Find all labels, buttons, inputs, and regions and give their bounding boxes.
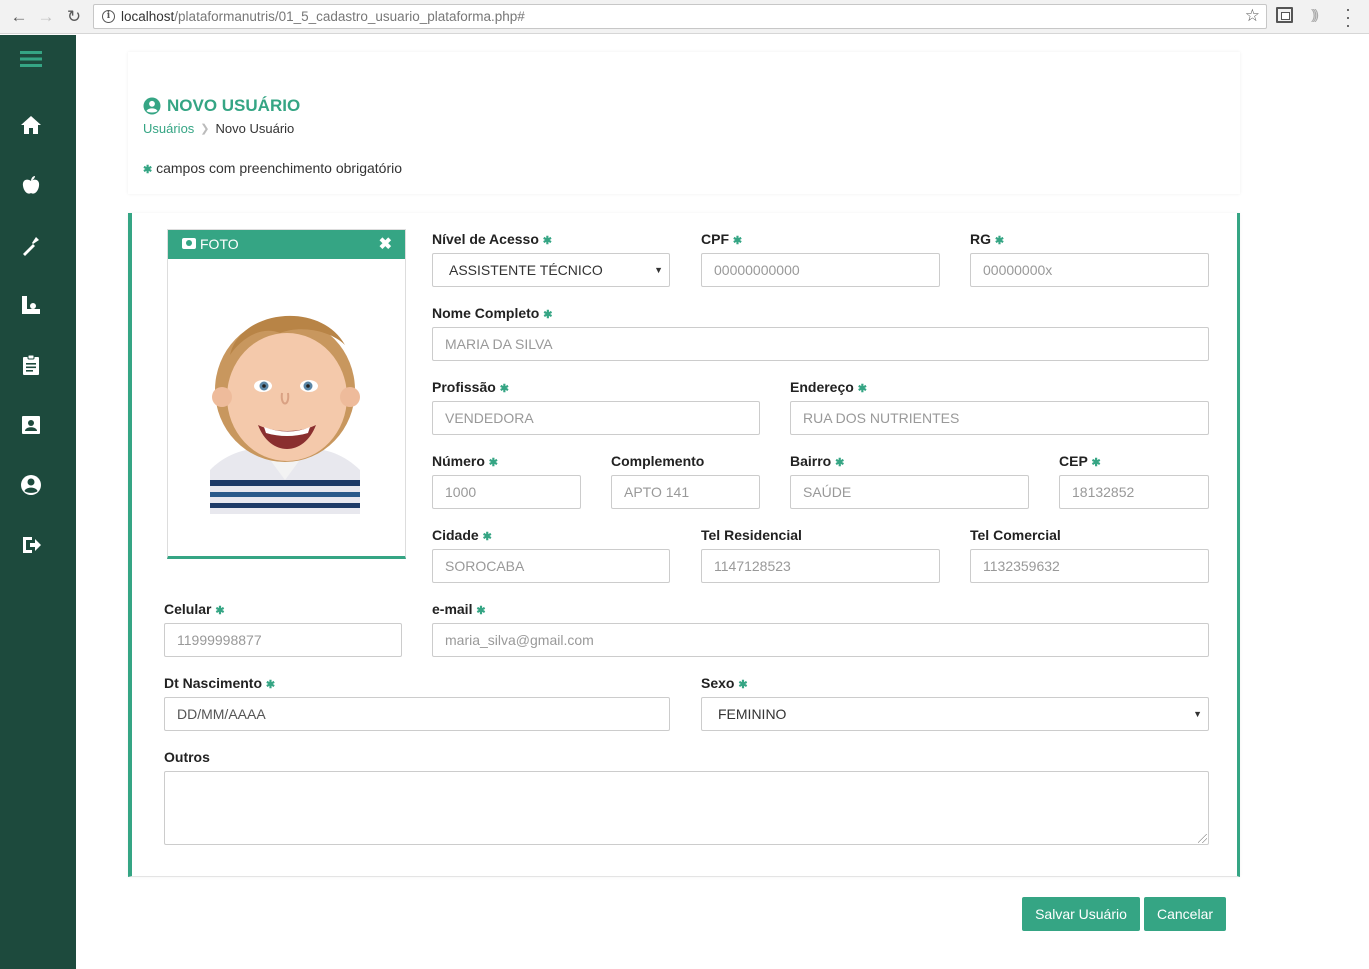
browser-menu-icon[interactable]: · · · [1342, 0, 1354, 34]
cancel-button[interactable]: Cancelar [1144, 897, 1226, 931]
bairro-input[interactable]: SAÚDE [790, 475, 1029, 509]
forward-arrow-icon[interactable]: → [35, 6, 57, 28]
browser-toolbar: ← → ↻ i localhost/plataformanutris/01_5_… [0, 0, 1369, 34]
user-circle-icon [143, 97, 161, 115]
breadcrumb-usuarios-link[interactable]: Usuários [143, 121, 194, 136]
cep-input[interactable]: 18132852 [1059, 475, 1209, 509]
celular-input[interactable]: 11999998877 [164, 623, 402, 657]
nome-input[interactable]: MARIA DA SILVA [432, 327, 1209, 361]
breadcrumb-current: Novo Usuário [215, 121, 295, 136]
tel-residencial-label: Tel Residencial [701, 527, 802, 543]
chevron-right-icon: ❯ [200, 123, 210, 135]
tel-comercial-label: Tel Comercial [970, 527, 1061, 543]
user-circle-icon[interactable] [20, 474, 42, 496]
close-icon[interactable]: ✖ [379, 230, 392, 259]
clipboard-icon[interactable] [20, 354, 42, 376]
nivel-acesso-select[interactable]: ASSISTENTE TÉCNICO ▼ [432, 253, 670, 287]
outros-label: Outros [164, 749, 210, 765]
contact-card-icon[interactable] [20, 414, 42, 436]
endereco-input[interactable]: RUA DOS NUTRIENTES [790, 401, 1209, 435]
cidade-input[interactable]: SOROCABA [432, 549, 670, 583]
back-arrow-icon[interactable]: ← [8, 6, 30, 28]
utensils-icon[interactable] [20, 234, 42, 256]
required-note: ✱ campos com preenchimento obrigatório [143, 160, 402, 176]
nome-label: Nome Completo ✱ [432, 305, 553, 321]
home-icon[interactable] [20, 114, 42, 136]
bookmark-star-icon[interactable]: ☆ [1245, 6, 1260, 26]
ruler-icon[interactable] [20, 294, 42, 316]
nascimento-label: Dt Nascimento ✱ [164, 675, 276, 691]
photo-label: FOTO [200, 236, 239, 252]
sexo-label: Sexo ✱ [701, 675, 748, 691]
url-text: localhost/plataformanutris/01_5_cadastro… [121, 9, 525, 24]
cpf-label: CPF ✱ [701, 231, 743, 247]
photo-header: FOTO ✖ [168, 230, 405, 259]
save-user-button[interactable]: Salvar Usuário [1022, 897, 1140, 931]
celular-label: Celular ✱ [164, 601, 225, 617]
endereco-label: Endereço ✱ [790, 379, 867, 395]
address-bar[interactable]: i localhost/plataformanutris/01_5_cadast… [93, 4, 1267, 29]
caret-down-icon: ▼ [1193, 709, 1202, 719]
required-note-text: campos com preenchimento obrigatório [156, 160, 403, 176]
email-input[interactable]: maria_silva@gmail.com [432, 623, 1209, 657]
tel-residencial-input[interactable]: 1147128523 [701, 549, 940, 583]
outros-textarea[interactable] [164, 771, 1209, 845]
complemento-label: Complemento [611, 453, 705, 469]
numero-label: Número ✱ [432, 453, 499, 469]
page-header: NOVO USUÁRIO Usuários ❯ Novo Usuário ✱ c… [128, 52, 1240, 194]
page-title-text: NOVO USUÁRIO [167, 96, 301, 115]
breadcrumb: Usuários ❯ Novo Usuário [143, 121, 294, 136]
rg-input[interactable]: 00000000x [970, 253, 1209, 287]
camera-icon [182, 238, 196, 249]
extension-icon[interactable]: ))) [1311, 6, 1319, 22]
sexo-select[interactable]: FEMININO ▼ [701, 697, 1209, 731]
bairro-label: Bairro ✱ [790, 453, 845, 469]
numero-input[interactable]: 1000 [432, 475, 581, 509]
sidebar [0, 35, 76, 969]
sign-out-icon[interactable] [20, 534, 42, 556]
tel-comercial-input[interactable]: 1132359632 [970, 549, 1209, 583]
nascimento-input[interactable]: DD/MM/AAAA [164, 697, 670, 731]
profile-photo[interactable] [210, 285, 360, 514]
email-label: e-mail ✱ [432, 601, 486, 617]
cep-label: CEP ✱ [1059, 453, 1101, 469]
cidade-label: Cidade ✱ [432, 527, 492, 543]
required-asterisk-icon: ✱ [143, 164, 153, 176]
photo-panel: FOTO ✖ [167, 229, 406, 559]
cpf-input[interactable]: 00000000000 [701, 253, 940, 287]
complemento-input[interactable]: APTO 141 [611, 475, 760, 509]
page-title: NOVO USUÁRIO [143, 96, 300, 116]
reload-icon[interactable]: ↻ [63, 6, 85, 28]
cast-icon[interactable] [1276, 7, 1293, 23]
info-icon[interactable]: i [102, 10, 115, 23]
menu-icon[interactable] [20, 48, 42, 70]
user-form: FOTO ✖ Nível de Acesso ✱ ASSISTENTE TÉCN… [128, 213, 1240, 877]
profissao-input[interactable]: VENDEDORA [432, 401, 760, 435]
resize-grip-icon[interactable] [1198, 834, 1207, 843]
rg-label: RG ✱ [970, 231, 1005, 247]
nivel-acesso-label: Nível de Acesso ✱ [432, 231, 552, 247]
profissao-label: Profissão ✱ [432, 379, 509, 395]
caret-down-icon: ▼ [654, 265, 663, 275]
apple-icon[interactable] [20, 174, 42, 196]
